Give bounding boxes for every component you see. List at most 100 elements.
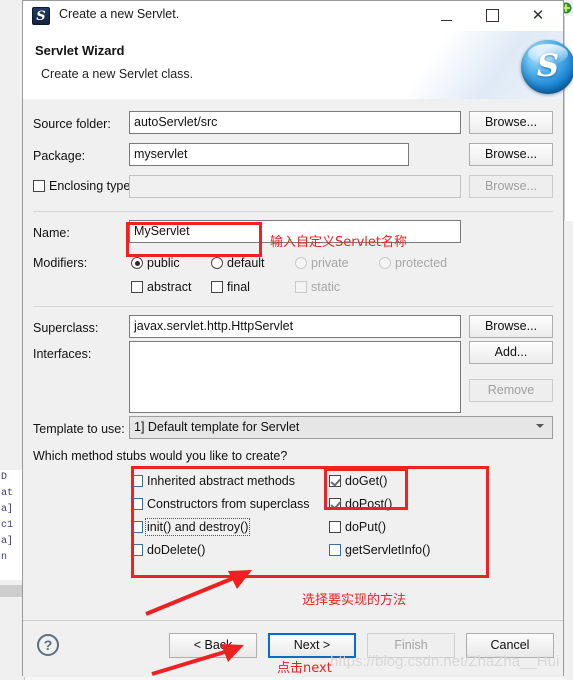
- dialog-body: Source folder: autoServlet/src Browse...…: [23, 99, 563, 620]
- radio-private-label: private: [311, 256, 349, 270]
- modifier-radio-public[interactable]: public: [131, 256, 180, 270]
- stub-getservletinfo-label: getServletInfo(): [345, 543, 431, 557]
- back-button[interactable]: < Back: [169, 633, 257, 658]
- servlet-icon: S: [32, 7, 50, 25]
- radio-default-control: [211, 257, 223, 269]
- interfaces-add-button[interactable]: Add...: [469, 341, 553, 364]
- radio-default-label: default: [227, 256, 265, 270]
- interfaces-list[interactable]: [129, 341, 461, 413]
- background-editor-line: c1: [1, 520, 14, 531]
- dialog-header: Servlet Wizard Create a new Servlet clas…: [23, 31, 563, 100]
- modifier-radio-protected: protected: [379, 256, 447, 270]
- template-select[interactable]: 1] Default template for Servlet: [129, 416, 553, 439]
- source-folder-input[interactable]: autoServlet/src: [129, 111, 461, 134]
- superclass-input[interactable]: javax.servlet.http.HttpServlet: [129, 315, 461, 338]
- radio-public-label: public: [147, 256, 180, 270]
- check-abstract-label: abstract: [147, 280, 192, 294]
- stub-doput-label: doPut(): [345, 520, 386, 534]
- enclosing-type-input[interactable]: [129, 175, 461, 198]
- superclass-browse-button[interactable]: Browse...: [469, 315, 553, 338]
- stub-dodelete[interactable]: doDelete(): [131, 543, 205, 557]
- stub-init-destroy-label: init() and destroy(): [144, 518, 251, 536]
- stub-doput-box: [329, 521, 341, 533]
- enclosing-type-checkbox[interactable]: Enclosing type:: [33, 179, 134, 193]
- background-editor-line: a]: [1, 536, 14, 547]
- modifier-check-static: static: [295, 280, 340, 294]
- chevron-down-icon: [536, 423, 545, 432]
- method-stubs-question: Which method stubs would you like to cre…: [33, 449, 288, 463]
- package-label: Package:: [33, 149, 86, 163]
- background-editor-line: at: [1, 488, 14, 499]
- stub-constructors-box: [131, 498, 143, 510]
- page-title: Servlet Wizard: [35, 43, 125, 58]
- stub-inherited-abstract-methods[interactable]: Inherited abstract methods: [131, 474, 295, 488]
- stub-dodelete-box: [131, 544, 143, 556]
- enclosing-type-checkbox-box: [33, 180, 45, 192]
- dialog-title: Create a new Servlet.: [59, 7, 180, 21]
- superclass-label: Superclass:: [33, 321, 99, 335]
- background-editor-text: D at a] c1 a] n: [0, 470, 23, 580]
- stub-dodelete-label: doDelete(): [147, 543, 206, 557]
- stub-getservletinfo[interactable]: getServletInfo(): [329, 543, 430, 557]
- close-button[interactable]: ✕: [515, 1, 561, 30]
- modifier-check-final[interactable]: final: [211, 280, 250, 294]
- dialog-titlebar: S Create a new Servlet. ✕: [23, 1, 563, 31]
- background-editor-line: D: [1, 472, 8, 483]
- stub-inherited-label: Inherited abstract methods: [147, 474, 295, 488]
- template-label: Template to use:: [33, 422, 125, 436]
- package-input[interactable]: myservlet: [129, 143, 409, 166]
- check-static-label: static: [311, 280, 341, 294]
- radio-protected-control: [379, 257, 391, 269]
- enclosing-type-browse-button: Browse...: [469, 175, 553, 198]
- check-final-label: final: [227, 280, 250, 294]
- stub-constructors-from-superclass[interactable]: Constructors from superclass: [131, 497, 310, 511]
- divider-1: [33, 211, 553, 212]
- radio-private-control: [295, 257, 307, 269]
- divider-2: [33, 306, 553, 307]
- modifier-radio-private: private: [295, 256, 349, 270]
- source-folder-browse-button[interactable]: Browse...: [469, 111, 553, 134]
- source-folder-label: Source folder:: [33, 117, 111, 131]
- interfaces-label: Interfaces:: [33, 347, 92, 361]
- background-editor-line: n: [1, 552, 8, 563]
- radio-protected-label: protected: [395, 256, 448, 270]
- name-label: Name:: [33, 226, 70, 240]
- background-editor-line: a]: [1, 504, 14, 515]
- annotation-name-hint: 输入自定义Servlet名称: [270, 235, 407, 250]
- maximize-button[interactable]: [469, 1, 515, 30]
- check-abstract-box: [131, 281, 143, 293]
- watermark: https://blog.csdn.net/ZhaZha__Hui: [330, 653, 560, 670]
- template-select-value: 1] Default template for Servlet: [134, 420, 300, 434]
- stub-constructors-label: Constructors from superclass: [147, 497, 310, 511]
- screenshot-root: D at a] c1 a] n S Create a new Servlet. …: [0, 0, 573, 680]
- logo-glyph: S: [536, 48, 560, 84]
- stub-doget-box: [329, 475, 341, 487]
- enclosing-type-label: Enclosing type:: [49, 179, 134, 193]
- modifiers-label: Modifiers:: [33, 256, 88, 270]
- stub-init-and-destroy[interactable]: init() and destroy(): [131, 518, 251, 536]
- stub-dopost-box: [329, 498, 341, 510]
- stub-dopost-label: doPost(): [345, 497, 393, 511]
- stub-dopost[interactable]: doPost(): [329, 497, 392, 511]
- stub-getservletinfo-box: [329, 544, 341, 556]
- stub-init-destroy-box: [131, 521, 143, 533]
- modifier-check-abstract[interactable]: abstract: [131, 280, 191, 294]
- background-scrollbar[interactable]: [0, 585, 23, 597]
- servlet-wizard-logo: S: [521, 40, 573, 94]
- page-subtitle: Create a new Servlet class.: [41, 67, 194, 81]
- annotation-next-hint: 点击next: [277, 661, 332, 676]
- radio-public-control: [131, 257, 143, 269]
- stub-inherited-box: [131, 475, 143, 487]
- help-icon[interactable]: ?: [37, 634, 59, 656]
- background-right-rows: [564, 222, 573, 680]
- minimize-button[interactable]: [423, 1, 469, 30]
- modifier-radio-default[interactable]: default: [211, 256, 265, 270]
- interfaces-remove-button: Remove: [469, 379, 553, 402]
- stub-doget[interactable]: doGet(): [329, 474, 387, 488]
- package-browse-button[interactable]: Browse...: [469, 143, 553, 166]
- stub-doput[interactable]: doPut(): [329, 520, 386, 534]
- servlet-wizard-dialog: S Create a new Servlet. ✕ Servlet Wizard…: [22, 0, 573, 677]
- stub-doget-label: doGet(): [345, 474, 388, 488]
- check-static-box: [295, 281, 307, 293]
- check-final-box: [211, 281, 223, 293]
